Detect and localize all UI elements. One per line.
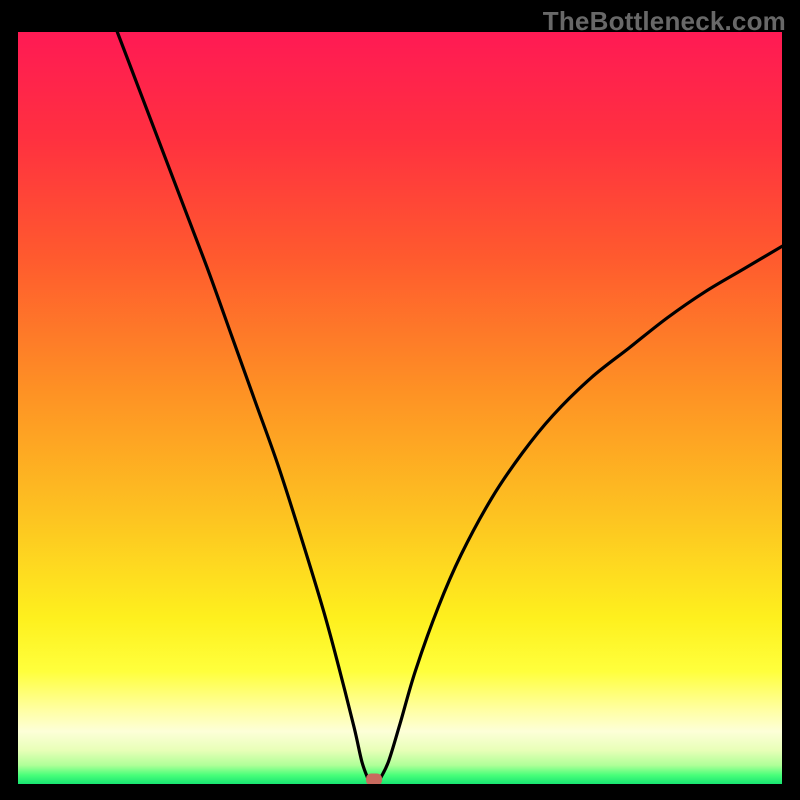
optimum-marker bbox=[366, 773, 382, 784]
gradient-background bbox=[18, 32, 782, 784]
chart-frame: TheBottleneck.com bbox=[0, 0, 800, 800]
chart-svg bbox=[18, 32, 782, 784]
bottleneck-plot bbox=[18, 32, 782, 784]
